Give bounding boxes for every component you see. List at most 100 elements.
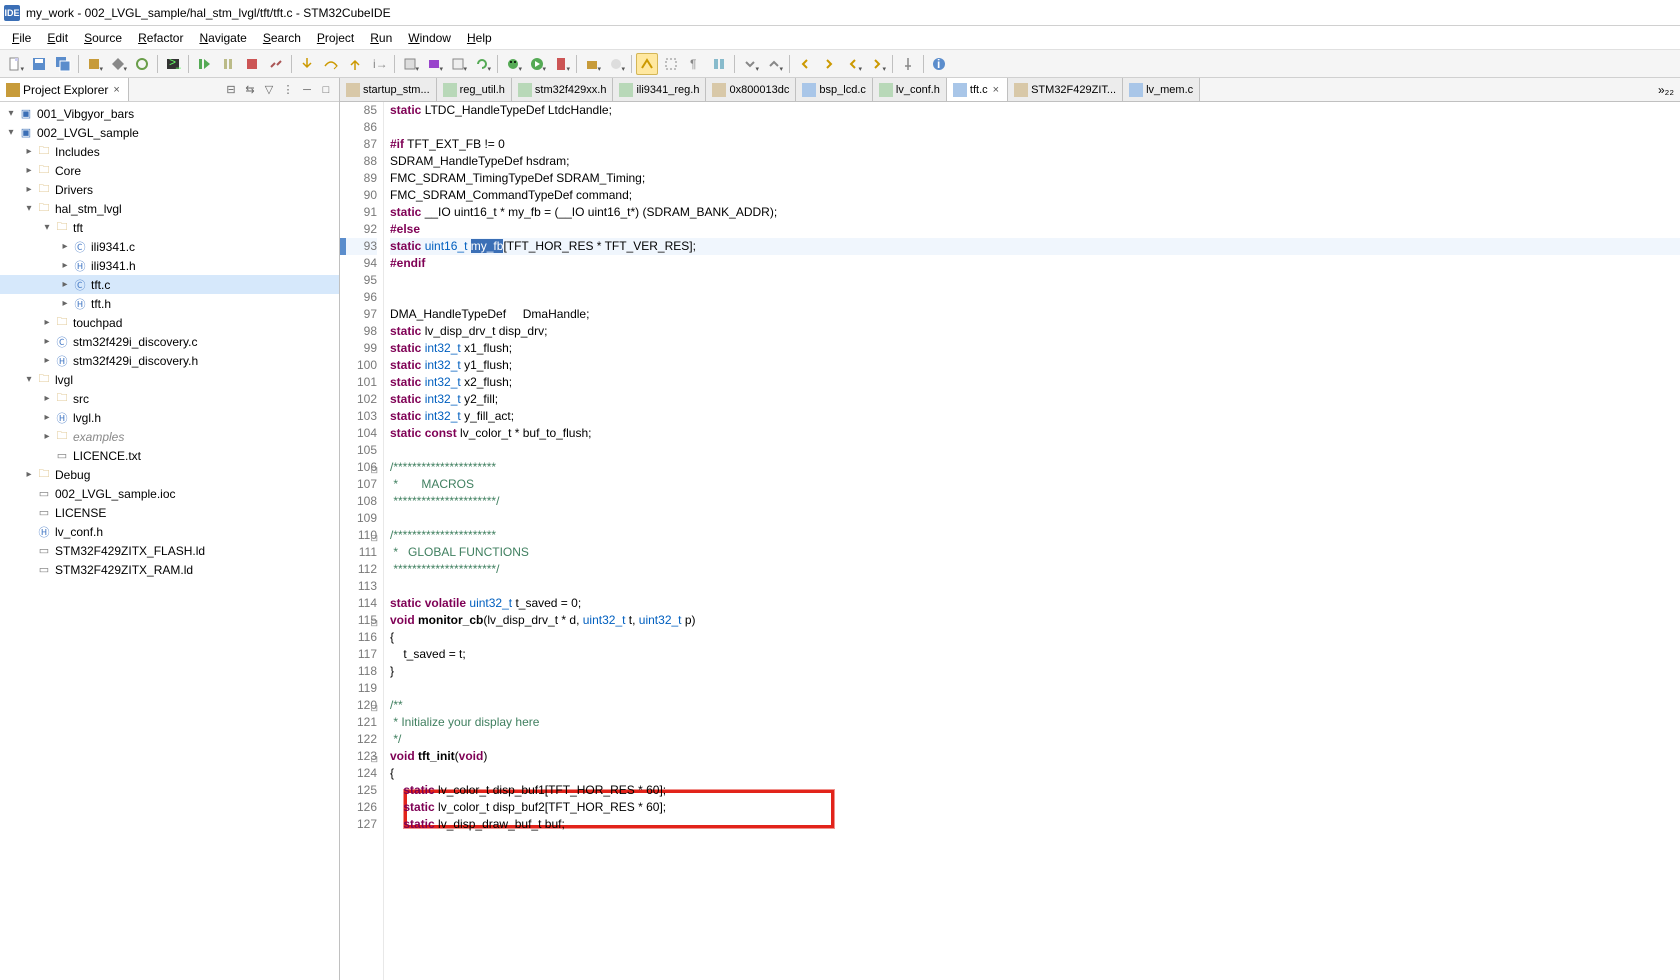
code-line[interactable]: * GLOBAL FUNCTIONS xyxy=(390,544,1680,561)
code-line[interactable]: /********************** xyxy=(390,459,1680,476)
caret-icon[interactable]: ▸ xyxy=(40,431,54,442)
line-number[interactable]: 119 xyxy=(340,680,377,697)
line-number[interactable]: 95 xyxy=(340,272,377,289)
code-line[interactable] xyxy=(390,578,1680,595)
code-line[interactable]: static lv_disp_drv_t disp_drv; xyxy=(390,323,1680,340)
code-line[interactable]: } xyxy=(390,663,1680,680)
editor-tab[interactable]: lv_mem.c xyxy=(1123,78,1200,101)
code-line[interactable]: #if TFT_EXT_FB != 0 xyxy=(390,136,1680,153)
show-selected-element[interactable] xyxy=(708,53,730,75)
line-number[interactable]: 103 xyxy=(340,408,377,425)
code[interactable]: static LTDC_HandleTypeDef LtdcHandle; #if… xyxy=(384,102,1680,980)
menu-run[interactable]: Run xyxy=(362,28,400,48)
new-project-button[interactable] xyxy=(581,53,603,75)
tree-item[interactable]: ▭002_LVGL_sample.ioc xyxy=(0,484,339,503)
caret-icon[interactable]: ▸ xyxy=(22,146,36,157)
line-number[interactable]: 112 xyxy=(340,561,377,578)
line-number[interactable]: 113 xyxy=(340,578,377,595)
tree-item[interactable]: ▾▣001_Vibgyor_bars xyxy=(0,104,339,123)
target-dropdown[interactable] xyxy=(423,53,445,75)
tree-item[interactable]: ▸Ⓒstm32f429i_discovery.c xyxy=(0,332,339,351)
prev-annotation[interactable] xyxy=(763,53,785,75)
menu-source[interactable]: Source xyxy=(76,28,130,48)
line-number[interactable]: 121 xyxy=(340,714,377,731)
tree-item[interactable]: ▸Ⓒtft.c xyxy=(0,275,339,294)
tree-item[interactable]: ▸🗀Includes xyxy=(0,142,339,161)
code-line[interactable]: static int32_t y_fill_act; xyxy=(390,408,1680,425)
caret-icon[interactable]: ▸ xyxy=(40,412,54,423)
caret-icon[interactable]: ▸ xyxy=(58,279,72,290)
line-number[interactable]: 98 xyxy=(340,323,377,340)
instruction-step-icon[interactable]: i→ xyxy=(368,53,390,75)
menu-project[interactable]: Project xyxy=(309,28,362,48)
code-line[interactable]: **********************/ xyxy=(390,493,1680,510)
editor-tab[interactable]: STM32F429ZIT... xyxy=(1008,78,1123,101)
editor-tab-tools[interactable]: »₂₂ xyxy=(1652,78,1680,101)
tree-item[interactable]: ▾🗀tft xyxy=(0,218,339,237)
caret-icon[interactable]: ▾ xyxy=(4,127,18,138)
code-line[interactable]: SDRAM_HandleTypeDef hsdram; xyxy=(390,153,1680,170)
code-line[interactable]: #endif xyxy=(390,255,1680,272)
nav-forward[interactable] xyxy=(818,53,840,75)
caret-icon[interactable]: ▸ xyxy=(58,260,72,271)
line-number[interactable]: 104 xyxy=(340,425,377,442)
code-line[interactable]: static LTDC_HandleTypeDef LtdcHandle; xyxy=(390,102,1680,119)
menu-edit[interactable]: Edit xyxy=(39,28,76,48)
code-line[interactable] xyxy=(390,289,1680,306)
caret-icon[interactable]: ▾ xyxy=(22,374,36,385)
line-number[interactable]: 115⊟ xyxy=(340,612,377,629)
line-number[interactable]: 94 xyxy=(340,255,377,272)
close-icon[interactable]: × xyxy=(991,84,1001,96)
terminate-icon[interactable] xyxy=(241,53,263,75)
launch-dropdown[interactable] xyxy=(399,53,421,75)
code-line[interactable] xyxy=(390,272,1680,289)
toggle-whitespace-button[interactable]: ¶ xyxy=(684,53,706,75)
step-into-icon[interactable] xyxy=(296,53,318,75)
tree-item[interactable]: ▸🗀touchpad xyxy=(0,313,339,332)
pin-editor-button[interactable] xyxy=(897,53,919,75)
caret-icon[interactable]: ▾ xyxy=(22,203,36,214)
menu-navigate[interactable]: Navigate xyxy=(191,28,254,48)
caret-icon[interactable]: ▸ xyxy=(22,165,36,176)
line-number[interactable]: 101 xyxy=(340,374,377,391)
debug-button[interactable] xyxy=(502,53,524,75)
suspend-icon[interactable] xyxy=(217,53,239,75)
refresh-dropdown[interactable] xyxy=(471,53,493,75)
line-number[interactable]: 88 xyxy=(340,153,377,170)
editor-tab[interactable]: bsp_lcd.c xyxy=(796,78,872,101)
tree-item[interactable]: ▾🗀hal_stm_lvgl xyxy=(0,199,339,218)
code-line[interactable]: { xyxy=(390,629,1680,646)
code-line[interactable]: static lv_color_t disp_buf2[TFT_HOR_RES … xyxy=(390,799,1680,816)
line-number[interactable]: 106⊟ xyxy=(340,459,377,476)
tree-item[interactable]: ▸Ⓗtft.h xyxy=(0,294,339,313)
line-number[interactable]: 122 xyxy=(340,731,377,748)
maximize-icon[interactable]: □ xyxy=(317,81,335,99)
line-number[interactable]: 89 xyxy=(340,170,377,187)
tree-item[interactable]: ▸🗀examples xyxy=(0,427,339,446)
terminal-button[interactable]: >_ xyxy=(162,53,184,75)
build-target-button[interactable] xyxy=(131,53,153,75)
resume-icon[interactable] xyxy=(193,53,215,75)
code-line[interactable]: * Initialize your display here xyxy=(390,714,1680,731)
line-number[interactable]: 116 xyxy=(340,629,377,646)
line-number[interactable]: 123⊟ xyxy=(340,748,377,765)
caret-icon[interactable]: ▸ xyxy=(40,355,54,366)
tree-item[interactable]: ▭STM32F429ZITX_RAM.ld xyxy=(0,560,339,579)
line-number[interactable]: 126 xyxy=(340,799,377,816)
code-line[interactable]: DMA_HandleTypeDef DmaHandle; xyxy=(390,306,1680,323)
caret-icon[interactable]: ▸ xyxy=(58,241,72,252)
launch-config2[interactable] xyxy=(447,53,469,75)
editor-tab[interactable]: lv_conf.h xyxy=(873,78,947,101)
line-number[interactable]: 91 xyxy=(340,204,377,221)
overflow-tabs-icon[interactable]: »₂₂ xyxy=(1658,83,1674,97)
line-number[interactable]: 118 xyxy=(340,663,377,680)
nav-forward-dd[interactable] xyxy=(866,53,888,75)
step-over-icon[interactable] xyxy=(320,53,342,75)
code-line[interactable] xyxy=(390,119,1680,136)
tree-item[interactable]: ▾▣002_LVGL_sample xyxy=(0,123,339,142)
new-button[interactable] xyxy=(4,53,26,75)
build-button[interactable] xyxy=(83,53,105,75)
code-line[interactable]: /********************** xyxy=(390,527,1680,544)
external-tools[interactable] xyxy=(550,53,572,75)
tree-item[interactable]: ▭LICENSE xyxy=(0,503,339,522)
